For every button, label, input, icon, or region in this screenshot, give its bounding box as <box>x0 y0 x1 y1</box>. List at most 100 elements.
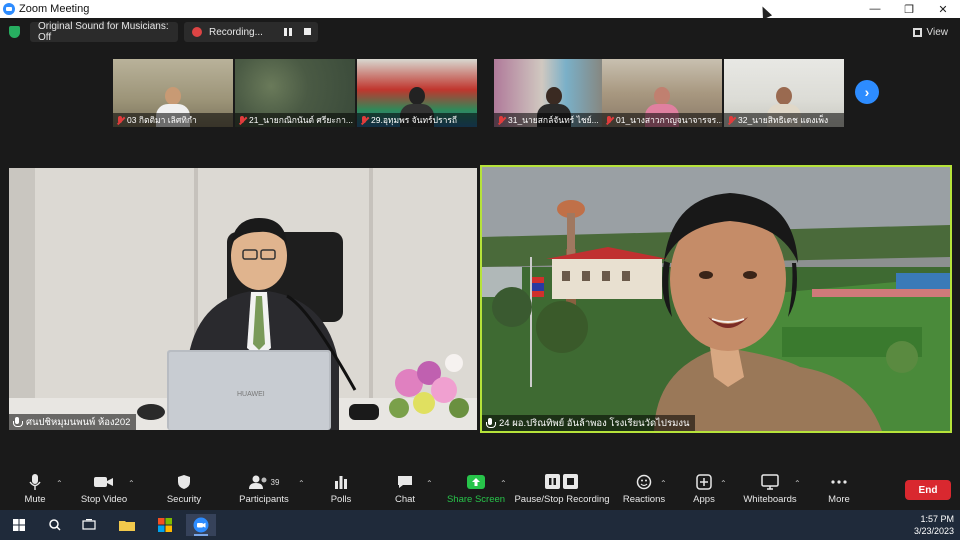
participant-thumbnail[interactable]: 29.อุทุมพร จันทร์ปรารถี <box>357 59 477 127</box>
video-name-tag: ศนปชิหมุมนพนพ์ ห้อง202 <box>9 414 137 430</box>
pause-stop-recording-button[interactable]: Pause/Stop Recording <box>514 472 610 510</box>
security-button[interactable]: Security <box>164 472 204 510</box>
video-tile-left[interactable]: HUAWEI ศนปชิหมุมนพนพ์ ห้อง202 <box>9 168 477 430</box>
recording-indicator: Recording... <box>184 22 318 42</box>
stop-recording-icon[interactable] <box>304 28 311 35</box>
recording-label: Recording... <box>209 26 263 38</box>
stop-video-label: Stop Video <box>80 494 128 505</box>
participants-count: 39 <box>270 477 280 487</box>
title-bar: Zoom Meeting — ❐ ✕ <box>0 0 960 20</box>
whiteboard-icon <box>761 472 779 492</box>
file-explorer-icon[interactable] <box>112 514 142 536</box>
whiteboards-button[interactable]: Whiteboards <box>742 472 798 510</box>
security-shield-icon <box>177 472 191 492</box>
apps-icon <box>696 472 712 492</box>
share-options-caret[interactable]: ⌃ <box>500 479 507 488</box>
whiteboards-options-caret[interactable]: ⌃ <box>794 479 801 488</box>
reactions-smiley-icon <box>636 472 652 492</box>
reactions-options-caret[interactable]: ⌃ <box>660 479 667 488</box>
chat-button[interactable]: Chat <box>390 472 420 510</box>
mute-options-caret[interactable]: ⌃ <box>56 479 63 488</box>
meeting-controls-toolbar: Mute ⌃ Stop Video ⌃ Security 39 Particip… <box>0 466 960 510</box>
participant-thumbnail[interactable]: 31_นายสกล์จันทร์ ไชย์... <box>494 59 614 127</box>
pause-recording-icon[interactable] <box>284 28 292 36</box>
muted-mic-icon <box>605 115 613 125</box>
chat-options-caret[interactable]: ⌃ <box>426 479 433 488</box>
clock-date: 3/23/2023 <box>913 526 954 536</box>
mic-icon <box>13 417 23 427</box>
participant-name: 32_นายสิทธิเดช แดงเพ็ง <box>738 115 829 125</box>
mic-icon <box>486 418 496 428</box>
svg-text:HUAWEI: HUAWEI <box>237 391 265 398</box>
apps-button[interactable]: Apps <box>690 472 718 510</box>
view-label: View <box>926 27 949 38</box>
mute-label: Mute <box>24 494 46 505</box>
chat-label: Chat <box>394 494 416 505</box>
participant-name: 21_นายกณิกนันต์ ศรียะกา... <box>249 115 353 125</box>
participants-options-caret[interactable]: ⌃ <box>298 479 305 488</box>
windows-start-icon[interactable] <box>4 514 34 536</box>
participant-thumbnail[interactable]: 21_นายกณิกนันต์ ศรียะกา... <box>235 59 355 127</box>
window-title: Zoom Meeting <box>19 3 90 15</box>
muted-mic-icon <box>360 115 368 125</box>
share-screen-label: Share Screen <box>446 494 506 505</box>
participants-button[interactable]: 39 Participants <box>236 472 292 510</box>
apps-options-caret[interactable]: ⌃ <box>720 479 727 488</box>
close-window-button[interactable]: ✕ <box>926 0 960 18</box>
polls-button[interactable]: Polls <box>326 472 356 510</box>
polls-bar-chart-icon <box>334 472 348 492</box>
participants-icon: 39 <box>248 472 280 492</box>
view-button[interactable]: View <box>912 27 949 38</box>
video-feed-right <box>482 167 950 431</box>
participant-thumbnail[interactable]: 01_นางสาวกาญจนาจารจร... <box>602 59 722 127</box>
clock-time: 1:57 PM <box>920 514 954 524</box>
maximize-button[interactable]: ❐ <box>892 0 926 18</box>
pause-stop-icon <box>545 472 579 492</box>
recording-cloud-icon <box>192 27 202 37</box>
end-meeting-button[interactable]: End <box>905 480 951 500</box>
task-view-icon[interactable] <box>74 514 104 536</box>
video-tile-active-speaker[interactable]: 24 ผอ.ปริณทิพย์ อันล้าพอง โรงเรียนวัดไปร… <box>480 165 952 433</box>
chat-bubble-icon <box>397 472 413 492</box>
share-screen-button[interactable]: Share Screen <box>446 472 506 510</box>
microphone-icon <box>29 472 41 492</box>
apps-label: Apps <box>693 494 715 505</box>
reactions-button[interactable]: Reactions <box>622 472 666 510</box>
next-page-button[interactable]: › <box>855 80 879 104</box>
more-label: More <box>828 494 850 505</box>
participants-label: Participants <box>239 494 289 505</box>
search-icon[interactable] <box>40 514 70 536</box>
microsoft-store-icon[interactable] <box>150 514 180 536</box>
participant-name: 03 กิตติมา เลิศทิกำ <box>127 115 197 125</box>
encryption-shield-icon[interactable] <box>9 26 20 38</box>
video-camera-icon <box>94 472 114 492</box>
participant-name: ศนปชิหมุมนพนพ์ ห้อง202 <box>26 416 131 428</box>
muted-mic-icon <box>238 115 246 125</box>
meeting-top-bar: Original Sound for Musicians: Off Record… <box>0 18 960 46</box>
view-grid-icon <box>912 28 922 37</box>
participant-name: 31_นายสกล์จันทร์ ไชย์... <box>508 115 599 125</box>
mute-button[interactable]: Mute <box>20 472 50 510</box>
video-name-tag: 24 ผอ.ปริณทิพย์ อันล้าพอง โรงเรียนวัดไปร… <box>482 415 696 431</box>
stop-video-button[interactable]: Stop Video <box>78 472 130 510</box>
system-clock[interactable]: 1:57 PM 3/23/2023 <box>914 513 954 537</box>
participant-name: 29.อุทุมพร จันทร์ปรารถี <box>371 115 458 125</box>
participant-thumbnail-strip: 03 กิตติมา เลิศทิกำ 21_นายกณิกนันต์ ศรีย… <box>113 59 853 127</box>
participant-thumbnail[interactable]: 32_นายสิทธิเดช แดงเพ็ง <box>724 59 844 127</box>
video-options-caret[interactable]: ⌃ <box>128 479 135 488</box>
more-button[interactable]: More <box>824 472 854 510</box>
polls-label: Polls <box>330 494 352 505</box>
zoom-meeting-window: Zoom Meeting — ❐ ✕ Original Sound for Mu… <box>0 0 960 540</box>
chevron-right-icon: › <box>864 84 870 100</box>
muted-mic-icon <box>727 115 735 125</box>
original-sound-toggle[interactable]: Original Sound for Musicians: Off <box>30 21 178 43</box>
participant-name: 24 ผอ.ปริณทิพย์ อันล้าพอง โรงเรียนวัดไปร… <box>499 417 690 429</box>
participant-thumbnail[interactable]: 03 กิตติมา เลิศทิกำ <box>113 59 233 127</box>
muted-mic-icon <box>116 115 124 125</box>
security-label: Security <box>166 494 202 505</box>
minimize-button[interactable]: — <box>858 0 892 18</box>
zoom-taskbar-icon[interactable] <box>186 514 216 536</box>
reactions-label: Reactions <box>622 494 666 505</box>
windows-taskbar: 1:57 PM 3/23/2023 <box>0 510 960 540</box>
zoom-logo-icon <box>3 3 15 15</box>
